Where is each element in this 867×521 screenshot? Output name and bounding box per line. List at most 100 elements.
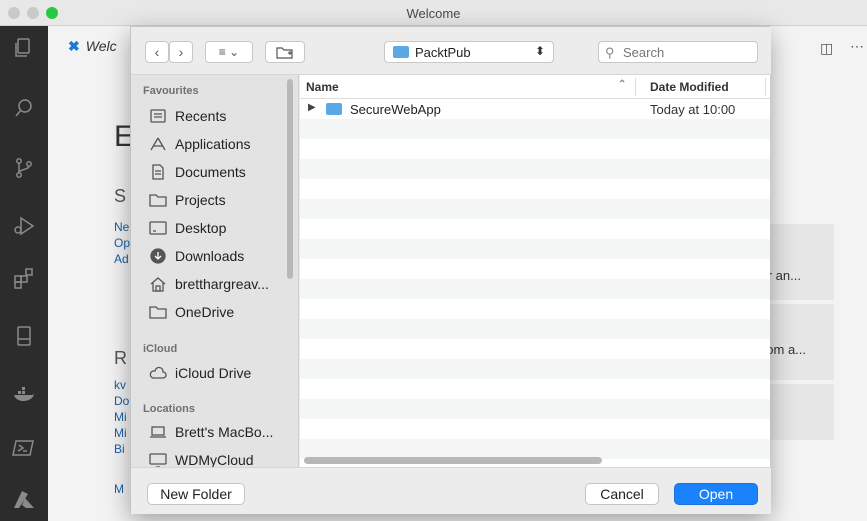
column-date-header[interactable]: Date Modified <box>650 80 729 94</box>
sidebar-item-applications[interactable]: Applications <box>149 133 251 155</box>
dialog-sidebar: Favourites Recents Applications Document… <box>131 75 299 467</box>
sidebar-item-label: OneDrive <box>175 304 235 320</box>
remote-explorer-icon[interactable] <box>12 324 36 348</box>
sidebar-item-label: bretthargreav... <box>175 276 269 292</box>
column-name-header[interactable]: Name <box>306 80 339 94</box>
start-link[interactable]: Ne <box>114 220 129 234</box>
open-file-dialog: ‹ › ≡ ⌄ PacktPub ⬍ ⚲ Favourites Recents … <box>130 26 771 514</box>
laptop-icon <box>149 424 167 440</box>
table-row <box>300 199 770 219</box>
table-row <box>300 259 770 279</box>
forward-button[interactable]: › <box>169 41 193 63</box>
sidebar-item-projects[interactable]: Projects <box>149 189 226 211</box>
sidebar-item-recents[interactable]: Recents <box>149 105 226 127</box>
extensions-icon[interactable] <box>12 266 36 290</box>
start-link[interactable]: Ad <box>114 252 129 266</box>
search-icon: ⚲ <box>605 45 615 60</box>
help-link[interactable]: M <box>114 482 124 496</box>
sidebar-item-label: iCloud Drive <box>175 365 252 381</box>
table-row[interactable]: ▶ SecureWebApp Today at 10:00 <box>300 99 770 119</box>
table-row <box>300 399 770 419</box>
table-row <box>300 279 770 299</box>
column-divider[interactable] <box>635 78 636 96</box>
table-row <box>300 179 770 199</box>
recent-link[interactable]: kv <box>114 378 126 392</box>
chevron-left-icon: ‹ <box>154 44 160 60</box>
recent-heading: R <box>114 348 127 368</box>
sidebar-item-documents[interactable]: Documents <box>149 161 246 183</box>
dialog-footer: New Folder Cancel Open <box>131 467 771 514</box>
back-button[interactable]: ‹ <box>145 41 169 63</box>
vscode-icon: ✖ <box>68 38 80 54</box>
sidebar-item-wdmycloud[interactable]: WDMyCloud <box>149 449 254 467</box>
disclosure-triangle-icon[interactable]: ▶ <box>308 102 316 113</box>
sidebar-item-label: Downloads <box>175 248 245 264</box>
recents-icon <box>149 108 167 124</box>
open-button[interactable]: Open <box>674 483 758 505</box>
sidebar-item-icloud-drive[interactable]: iCloud Drive <box>149 362 251 384</box>
column-divider[interactable] <box>765 78 766 96</box>
activity-bar <box>0 26 48 521</box>
table-row <box>300 159 770 179</box>
sidebar-item-macbook[interactable]: Brett's MacBo... <box>149 421 273 443</box>
start-link[interactable]: Op <box>114 236 130 250</box>
view-options-button[interactable]: ≡ ⌄ <box>205 41 253 63</box>
file-rows: ▶ SecureWebApp Today at 10:00 <box>300 99 770 459</box>
window-title: Welcome <box>406 6 461 21</box>
source-control-icon[interactable] <box>12 156 36 180</box>
sidebar-item-label: Projects <box>175 192 226 208</box>
display-icon <box>149 452 167 467</box>
cancel-button[interactable]: Cancel <box>585 483 659 505</box>
sidebar-item-home[interactable]: bretthargreav... <box>149 273 269 295</box>
new-folder-button[interactable]: New Folder <box>147 483 245 505</box>
table-row <box>300 319 770 339</box>
search-input[interactable] <box>623 44 753 61</box>
explorer-icon[interactable] <box>12 36 36 60</box>
folder-icon <box>393 46 409 58</box>
window-titlebar: Welcome <box>0 0 867 26</box>
locations-heading: Locations <box>143 403 195 415</box>
sidebar-item-desktop[interactable]: Desktop <box>149 217 226 239</box>
applications-icon <box>149 136 167 152</box>
more-actions-icon[interactable]: ⋯ <box>850 38 864 55</box>
folder-icon <box>326 103 342 115</box>
sidebar-item-downloads[interactable]: Downloads <box>149 245 244 267</box>
table-row <box>300 339 770 359</box>
sidebar-item-label: Applications <box>175 136 251 152</box>
table-row <box>300 439 770 459</box>
folder-icon <box>149 192 167 208</box>
tab-welcome-label: Welc <box>85 38 117 54</box>
sidebar-item-label: WDMyCloud <box>175 452 254 467</box>
location-select[interactable]: PacktPub ⬍ <box>384 41 554 63</box>
tab-welcome[interactable]: ✖ Welc <box>68 38 117 55</box>
table-row <box>300 299 770 319</box>
sidebar-item-onedrive[interactable]: OneDrive <box>149 301 234 323</box>
recent-link[interactable]: Do <box>114 394 129 408</box>
folder-icon <box>149 304 167 320</box>
column-header-row: Name ⌃ Date Modified <box>300 75 770 99</box>
sidebar-scrollbar[interactable] <box>287 79 293 279</box>
new-folder-toolbar-button[interactable] <box>265 41 305 63</box>
table-row <box>300 139 770 159</box>
desktop-icon <box>149 220 167 236</box>
cloud-icon <box>149 365 167 381</box>
azure-icon[interactable] <box>12 488 36 512</box>
search-field[interactable]: ⚲ <box>598 41 758 63</box>
downloads-icon <box>149 248 167 264</box>
recent-link[interactable]: Mi <box>114 410 127 424</box>
recent-link[interactable]: Mi <box>114 426 127 440</box>
recent-link[interactable]: Bi <box>114 442 125 456</box>
table-row <box>300 359 770 379</box>
sidebar-item-label: Desktop <box>175 220 227 236</box>
new-folder-icon <box>276 47 293 59</box>
horizontal-scrollbar[interactable] <box>304 457 602 464</box>
split-editor-icon[interactable]: ◫ <box>820 40 833 57</box>
table-row <box>300 379 770 399</box>
location-label: PacktPub <box>415 45 471 60</box>
powershell-icon[interactable] <box>12 436 36 460</box>
run-debug-icon[interactable] <box>12 214 36 238</box>
file-name: SecureWebApp <box>350 102 441 117</box>
docker-icon[interactable] <box>12 382 36 406</box>
search-icon[interactable] <box>12 96 36 120</box>
icloud-heading: iCloud <box>143 343 178 355</box>
